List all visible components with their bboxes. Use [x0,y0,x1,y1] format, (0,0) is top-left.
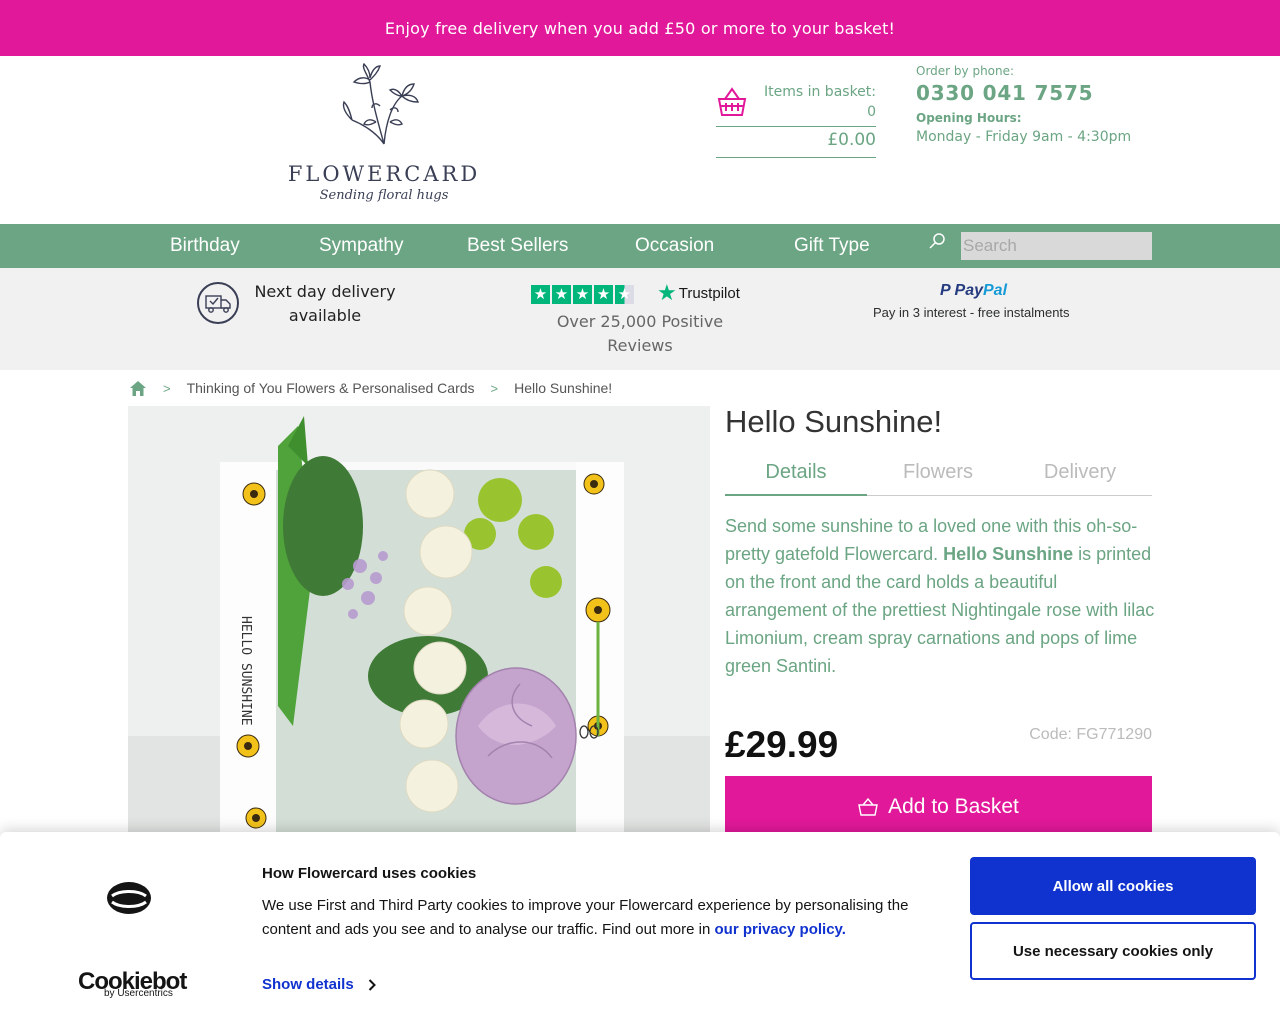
delivery-truck-icon [197,282,239,324]
basket-divider [716,126,876,127]
trust-bar: Next day delivery available ★ ★ ★ ★ ★ ★ … [0,268,1280,370]
flower-logo-icon [342,62,419,145]
star-icon: ★ [573,285,592,304]
reviews-count: Over 25,000 Positive Reviews [556,312,724,355]
tab-flowers[interactable]: Flowers [867,456,1009,496]
cookie-banner: Cookiebot by Usercentrics How Flowercard… [0,832,1280,1024]
nav-item-birthday[interactable]: Birthday [170,224,240,268]
breadcrumb-current: Hello Sunshine! [514,380,613,396]
trustpilot-star-icon: ★ [657,280,677,305]
breadcrumb-category[interactable]: Thinking of You Flowers & Personalised C… [187,380,475,396]
tab-delivery[interactable]: Delivery [1009,456,1151,496]
basket-icon [858,798,878,816]
paypal-pay: Pay [954,282,983,299]
nav-item-sympathy[interactable]: Sympathy [319,224,403,268]
promo-text: Enjoy free delivery when you add £50 or … [384,18,896,38]
cookiebot-cookie-icon [107,882,151,914]
necessary-cookies-button[interactable]: Use necessary cookies only [970,922,1256,980]
product-description: Send some sunshine to a loved one with t… [725,512,1155,680]
product-tabs: Details Flowers Delivery [725,456,1152,496]
add-to-basket-button[interactable]: Add to Basket [725,776,1152,838]
chevron-right-icon: > [163,380,171,396]
add-to-basket-label: Add to Basket [888,795,1019,818]
show-details-button[interactable]: Show details [262,976,376,993]
site-header: FLOWERCARD Sending floral hugs Items in … [0,56,1280,224]
paypal-p-icon: P [940,282,951,299]
phone-number[interactable]: 0330 041 7575 [916,81,1176,105]
trustpilot-brand: Trustpilot [678,284,740,302]
cookiebot-brand-sub: by Usercentrics [104,988,173,999]
cookie-title: How Flowercard uses cookies [262,865,477,882]
main-nav: Birthday Sympathy Best Sellers Occasion … [0,224,1280,268]
description-highlight: Hello Sunshine [943,544,1074,564]
star-icon: ★ [531,285,550,304]
order-by-phone-label: Order by phone: [916,64,1015,78]
allow-all-cookies-button[interactable]: Allow all cookies [970,857,1256,915]
search-input[interactable] [961,232,1152,260]
product-image[interactable]: HELLO SUNSHINE [128,406,710,836]
basket-icon [717,87,747,116]
search-icon[interactable] [928,232,946,250]
site-logo[interactable]: FLOWERCARD Sending floral hugs [286,62,482,212]
basket-total: £0.00 [827,130,876,150]
breadcrumb: > Thinking of You Flowers & Personalised… [129,378,612,398]
product-title: Hello Sunshine! [725,404,943,439]
opening-hours-label: Opening Hours: [916,111,1022,125]
opening-hours: Monday - Friday 9am - 4:30pm [916,129,1132,145]
chevron-right-icon [368,978,376,991]
card-front-text: HELLO SUNSHINE [238,616,253,726]
trustpilot-stars: ★ ★ ★ ★ ★ [531,285,634,304]
tab-details[interactable]: Details [725,456,867,496]
basket-divider-bottom [716,157,876,158]
home-icon[interactable] [129,380,147,397]
basket-label: Items in basket: 0 [764,82,876,122]
cookie-body: We use First and Third Party cookies to … [262,894,942,942]
basket-summary[interactable]: Items in basket: 0 £0.00 [716,80,876,158]
next-day-delivery-text: Next day delivery available [254,282,396,325]
promo-banner: Enjoy free delivery when you add £50 or … [0,0,1280,56]
logo-tagline: Sending floral hugs [319,188,449,203]
basket-items-count: 0 [867,104,876,120]
trustpilot-logo[interactable]: ★ Trustpilot [657,280,740,305]
product-price: £29.99 [725,724,839,765]
paypal-logo: P PayPal [940,282,1007,300]
nav-item-occasion[interactable]: Occasion [635,224,714,268]
half-star-icon: ★ [615,285,634,304]
nav-item-gift-type[interactable]: Gift Type [794,224,870,268]
show-details-label: Show details [262,976,354,993]
star-icon: ★ [552,285,571,304]
product-code: Code: FG771290 [1029,726,1152,743]
nav-item-best-sellers[interactable]: Best Sellers [467,224,568,268]
paypal-instalments-text: Pay in 3 interest - free instalments [873,305,1070,320]
contact-info: Order by phone: 0330 041 7575 Opening Ho… [916,64,1176,145]
chevron-right-icon: > [490,380,499,396]
basket-items-label: Items in basket: [763,84,876,100]
logo-wordmark: FLOWERCARD [287,162,481,186]
privacy-policy-link[interactable]: our privacy policy. [715,921,846,938]
star-icon: ★ [594,285,613,304]
paypal-pal: Pal [983,282,1008,299]
